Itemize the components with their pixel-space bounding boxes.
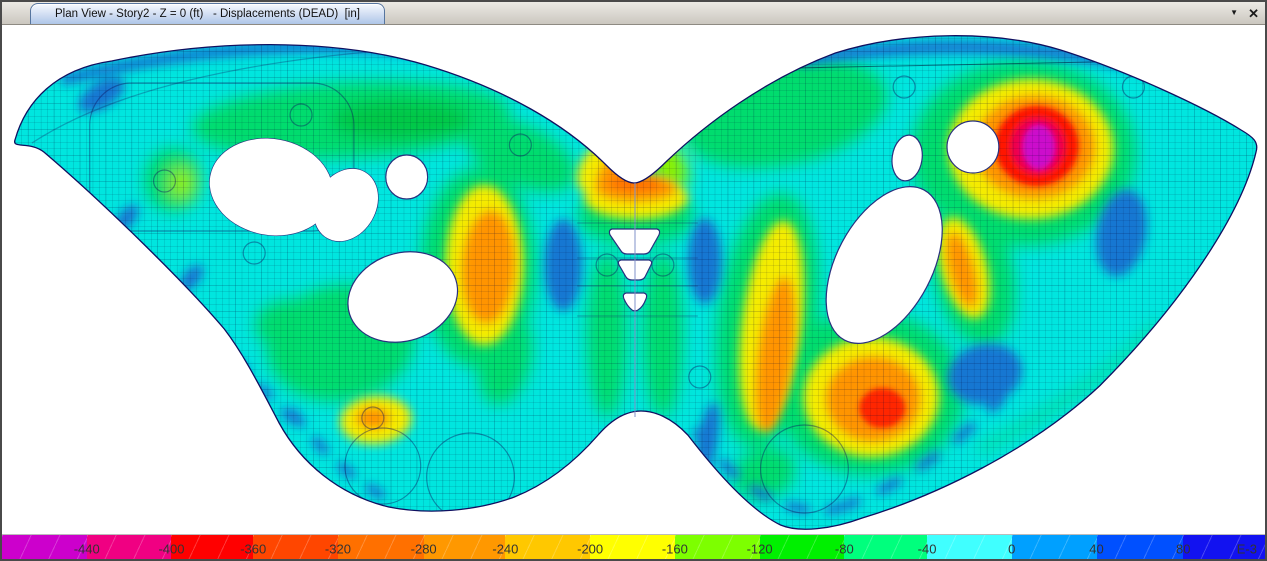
view-tab-title: Plan View - Story2 - Z = 0 (ft) - Displa…	[55, 8, 360, 20]
legend-segment	[1012, 535, 1097, 561]
legend-tick-label: 40	[1089, 541, 1103, 556]
plan-view-window: Plan View - Story2 - Z = 0 (ft) - Displa…	[0, 0, 1267, 561]
contour-plot	[2, 25, 1265, 534]
plot-canvas[interactable]	[2, 25, 1265, 534]
legend-segment	[844, 535, 927, 561]
legend-segment	[927, 535, 1012, 561]
legend-unit-suffix: E-3	[1237, 541, 1257, 556]
legend-tick-label: 80	[1176, 541, 1190, 556]
legend-segment	[1097, 535, 1184, 561]
legend-tick-label: -240	[492, 541, 518, 556]
view-tab[interactable]: Plan View - Story2 - Z = 0 (ft) - Displa…	[30, 3, 385, 24]
legend-tick-label: -40	[918, 541, 937, 556]
legend-tick-label: 0	[1008, 541, 1015, 556]
legend-tick-label: -280	[411, 541, 437, 556]
legend-tick-label: -120	[747, 541, 773, 556]
legend-tick-label: -400	[158, 541, 184, 556]
legend-tick-label: -360	[240, 541, 266, 556]
contour-legend: -440-400-360-320-280-240-200-160-120-80-…	[2, 534, 1265, 561]
legend-tick-label: -160	[662, 541, 688, 556]
dropdown-arrow-icon[interactable]: ▼	[1230, 9, 1238, 17]
legend-tick-label: -200	[577, 541, 603, 556]
titlebar: Plan View - Story2 - Z = 0 (ft) - Displa…	[2, 2, 1265, 25]
legend-tick-label: -440	[74, 541, 100, 556]
window-controls: ▼ ✕	[1230, 2, 1259, 24]
legend-tick-label: -80	[835, 541, 854, 556]
close-icon[interactable]: ✕	[1248, 7, 1259, 20]
legend-tick-label: -320	[325, 541, 351, 556]
